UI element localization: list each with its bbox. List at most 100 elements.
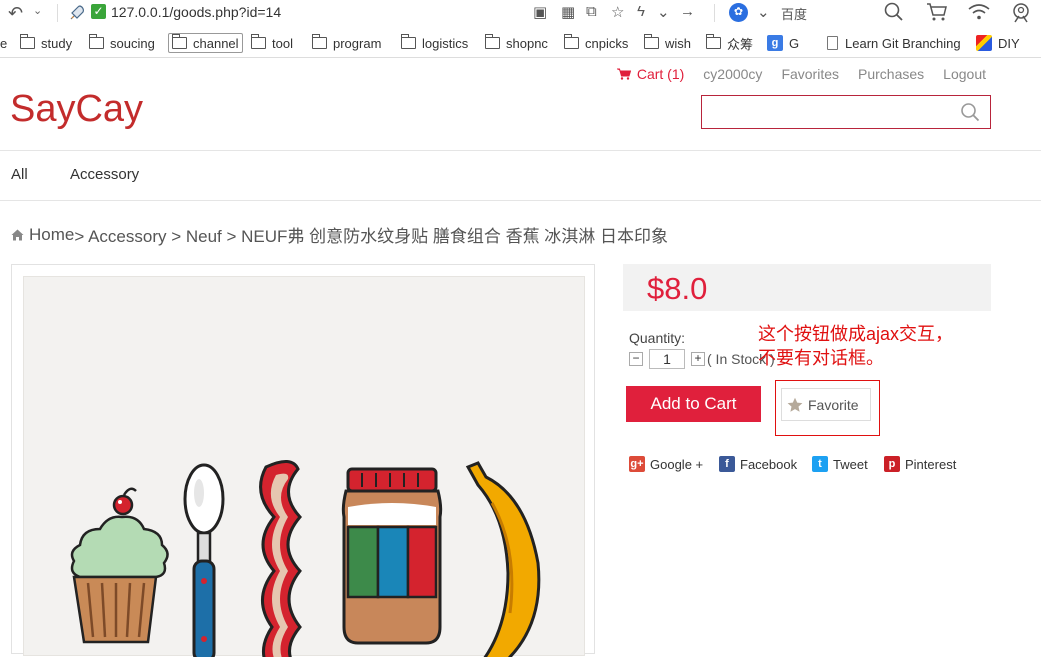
- breadcrumb: Home > Accessory > Neuf > NEUF弗 创意防水纹身贴 …: [11, 222, 668, 247]
- annotation-note: 这个按钮做成ajax交互， 不要有对话框。: [758, 322, 953, 370]
- category-all[interactable]: All: [11, 166, 28, 183]
- chrome-divider: [0, 57, 1041, 58]
- folder-icon: [643, 34, 659, 49]
- category-accessory[interactable]: Accessory: [70, 166, 139, 183]
- logout-link[interactable]: Logout: [943, 66, 986, 82]
- tab-count-icon[interactable]: ▣: [533, 3, 547, 21]
- forward-arrow-icon[interactable]: →: [680, 3, 695, 20]
- share-pinterest[interactable]: p Pinterest: [884, 456, 956, 472]
- annotation-line: 不要有对话框。: [758, 348, 884, 368]
- browser-toolbar: ↶ ⌄ ✓ 127.0.0.1/goods.php?id=14 ▣ ▦ ⧉ ☆ …: [0, 0, 1041, 26]
- bookmark-folder-study[interactable]: study: [19, 34, 72, 52]
- baidu-paw-icon[interactable]: ✿: [729, 3, 748, 22]
- price-box: $8.0: [623, 264, 991, 311]
- share-twitter[interactable]: t Tweet: [812, 456, 868, 472]
- folder-icon: [484, 34, 500, 49]
- bookmark-label: wish: [665, 35, 692, 51]
- folder-icon: [88, 34, 104, 49]
- account-icon[interactable]: [1010, 2, 1032, 24]
- breadcrumb-path[interactable]: > Accessory > Neuf > NEUF弗 创意防水纹身贴 膳食组合 …: [74, 222, 668, 247]
- bookmark-label: e: [0, 35, 8, 51]
- bookmark-folder-program[interactable]: program: [311, 34, 382, 52]
- bookmark-label: shopnc: [506, 35, 548, 51]
- wifi-icon[interactable]: [967, 3, 991, 21]
- folder-icon: [19, 34, 35, 49]
- bookmark-folder-crowdfunding[interactable]: 众筹: [705, 34, 754, 52]
- quantity-input[interactable]: 1: [649, 349, 685, 369]
- reader-mode-icon[interactable]: ⧉: [586, 3, 597, 20]
- page-icon: [827, 36, 838, 50]
- bookmark-label: Learn Git Branching: [845, 35, 961, 51]
- folder-icon: [705, 34, 721, 49]
- product-image-frame: [11, 264, 595, 662]
- bookmark-label: channel: [193, 35, 239, 51]
- bookmark-label: 众筹: [727, 36, 754, 52]
- bookmark-google[interactable]: gG: [767, 34, 799, 52]
- username-link[interactable]: cy2000cy: [703, 66, 762, 82]
- bookmark-learn-git-branching[interactable]: Learn Git Branching: [827, 34, 961, 52]
- food-illustration: [70, 460, 541, 662]
- chevron-down-icon[interactable]: ⌄: [757, 3, 770, 21]
- bookmark-label: tool: [272, 35, 293, 51]
- share-label: Tweet: [833, 456, 868, 472]
- chevron-down-icon[interactable]: ⌄: [657, 3, 670, 21]
- address-bar[interactable]: 127.0.0.1/goods.php?id=14: [111, 4, 281, 20]
- google-plus-icon: g+: [629, 456, 645, 472]
- toolbar-divider: [57, 4, 58, 22]
- quantity-label: Quantity:: [629, 330, 686, 346]
- chevron-down-icon[interactable]: ⌄: [33, 4, 42, 17]
- breadcrumb-home[interactable]: Home: [29, 225, 74, 245]
- purchases-link[interactable]: Purchases: [858, 66, 924, 82]
- bookmark-label: DIY: [998, 35, 1020, 51]
- annotation-highlight-box: [775, 380, 880, 436]
- search-icon[interactable]: [884, 2, 903, 22]
- bookmark-folder-cnpicks[interactable]: cnpicks: [563, 34, 629, 52]
- bookmark-folder-shopnc[interactable]: shopnc: [484, 34, 548, 52]
- folder-icon: [311, 34, 327, 49]
- user-nav: Cart (1) cy2000cy Favorites Purchases Lo…: [616, 66, 986, 82]
- share-facebook[interactable]: f Facebook: [719, 456, 797, 472]
- increment-button[interactable]: +: [691, 352, 705, 366]
- site-logo[interactable]: SayCay: [10, 88, 143, 131]
- star-bookmark-icon[interactable]: ☆: [611, 3, 624, 21]
- folder-icon: [563, 34, 579, 49]
- shopping-cart-icon[interactable]: [926, 2, 948, 22]
- home-icon: [11, 229, 24, 240]
- share-label: Google +: [650, 456, 704, 472]
- qr-code-icon[interactable]: ▦: [561, 3, 575, 21]
- bookmark-folder-soucing[interactable]: soucing: [88, 34, 155, 52]
- decrement-button[interactable]: −: [629, 352, 643, 366]
- bookmark-folder-wish[interactable]: wish: [643, 34, 692, 52]
- product-image[interactable]: [23, 276, 585, 662]
- google-icon: g: [767, 35, 783, 51]
- cupcake-icon: [70, 487, 169, 644]
- bookmark-folder-logistics[interactable]: logistics: [400, 34, 469, 52]
- product-price: $8.0: [647, 271, 708, 306]
- cart-link[interactable]: Cart (1): [616, 66, 685, 82]
- bookmark-folder-tool[interactable]: tool: [250, 34, 293, 52]
- banana-icon: [465, 461, 541, 662]
- search-icon[interactable]: [960, 102, 980, 122]
- bookmark-label: logistics: [422, 35, 469, 51]
- undo-icon[interactable]: ↶: [8, 3, 23, 24]
- bookmark-label: cnpicks: [585, 35, 629, 51]
- bookmark-label: program: [333, 35, 382, 51]
- bookmark-item[interactable]: e: [0, 34, 7, 52]
- cart-label: Cart (1): [636, 66, 685, 82]
- share-google-plus[interactable]: g+ Google +: [629, 456, 703, 472]
- bookmark-diy[interactable]: DIY: [976, 34, 1020, 52]
- search-engine-label[interactable]: 百度: [781, 4, 807, 23]
- diy-icon: [976, 35, 992, 51]
- bookmark-label: soucing: [110, 35, 155, 51]
- bookmark-folder-channel[interactable]: channel: [168, 33, 243, 53]
- search-input[interactable]: [701, 95, 991, 129]
- spoon-icon: [183, 463, 225, 662]
- bookmarks-bar: e study soucing channel tool program log…: [0, 31, 1041, 55]
- bacon-icon: [259, 460, 303, 662]
- security-check-icon: ✓: [91, 4, 106, 19]
- add-to-cart-button[interactable]: Add to Cart: [626, 386, 761, 422]
- lightning-icon[interactable]: ϟ: [637, 3, 645, 20]
- pinterest-icon: p: [884, 456, 900, 472]
- favorites-link[interactable]: Favorites: [781, 66, 839, 82]
- cart-icon: [616, 68, 631, 80]
